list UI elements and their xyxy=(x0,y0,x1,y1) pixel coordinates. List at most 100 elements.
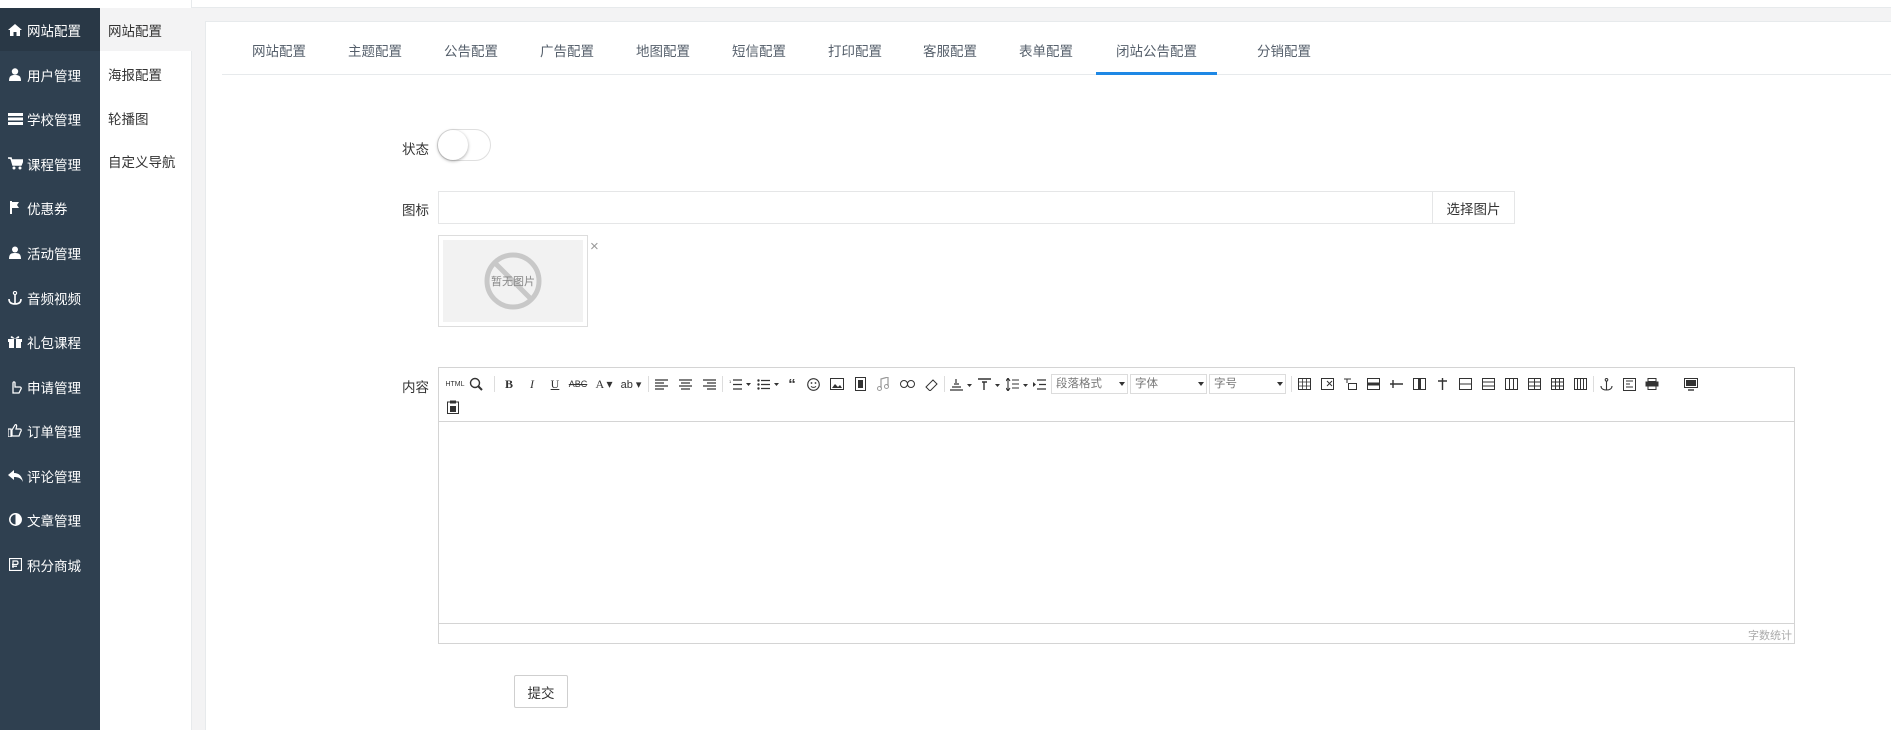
merge-cells-icon[interactable] xyxy=(1457,375,1473,393)
sidebar-item-label: 文章管理 xyxy=(27,513,81,529)
image-icon[interactable] xyxy=(829,375,845,393)
sidebar-item-label: 学校管理 xyxy=(27,112,81,128)
split-cells-icon[interactable] xyxy=(1526,375,1542,393)
indent-icon[interactable] xyxy=(1031,375,1047,393)
word-count: 字数统计 xyxy=(1748,630,1792,642)
strikethrough-icon[interactable]: ABC xyxy=(569,375,588,393)
underline-icon[interactable]: U xyxy=(547,375,563,393)
sub-menu: 网站配置 海报配置 轮播图 自定义导航 xyxy=(100,0,192,730)
tab-service-config[interactable]: 客服配置 xyxy=(903,36,997,75)
tab-map-config[interactable]: 地图配置 xyxy=(616,36,710,75)
hand-icon xyxy=(7,380,23,394)
choose-image-button[interactable]: 选择图片 xyxy=(1432,191,1515,224)
no-image-text: 暂无图片 xyxy=(491,276,535,288)
sidebar-item-application-management[interactable]: 申请管理 xyxy=(0,365,100,408)
no-image-placeholder: 暂无图片 xyxy=(443,240,583,322)
sidebar-item-points-mall[interactable]: 积分商城 xyxy=(0,543,100,586)
font-size-value: 字号 xyxy=(1214,378,1237,390)
tab-theme-config[interactable]: 主题配置 xyxy=(328,36,422,75)
status-toggle[interactable] xyxy=(437,129,491,161)
submenu-item-custom-nav[interactable]: 自定义导航 xyxy=(100,139,192,182)
svg-text:1: 1 xyxy=(729,379,732,384)
sidebar-item-website-config[interactable]: 网站配置 xyxy=(0,8,100,51)
insert-paragraph-before-table-icon[interactable] xyxy=(1342,375,1358,393)
icon-url-input[interactable] xyxy=(438,191,1433,224)
anchor-icon xyxy=(7,290,23,305)
link-icon[interactable] xyxy=(899,375,915,393)
tab-distribution-config[interactable]: 分销配置 xyxy=(1237,36,1331,75)
sidebar-item-comment-management[interactable]: 评论管理 xyxy=(0,454,100,497)
sidebar-item-user-management[interactable]: 用户管理 xyxy=(0,53,100,96)
rich-text-editor: HTML B I U ABC A ▾ ab ▾ 1 “ 段落格式 字体 字号 字… xyxy=(438,367,1795,644)
sidebar-item-coupons[interactable]: 优惠券 xyxy=(0,186,100,229)
font-size-select[interactable]: 字号 xyxy=(1209,374,1286,394)
template-icon[interactable] xyxy=(1621,375,1637,393)
editor-toolbar: HTML B I U ABC A ▾ ab ▾ 1 “ 段落格式 字体 字号 xyxy=(439,368,1794,422)
ordered-list-icon[interactable]: 1 xyxy=(727,375,753,393)
toggle-knob xyxy=(438,130,468,160)
sidebar-item-label: 积分商城 xyxy=(27,558,81,574)
emoji-icon[interactable] xyxy=(805,375,821,393)
sidebar-item-activity-management[interactable]: 活动管理 xyxy=(0,231,100,274)
delete-column-icon[interactable] xyxy=(1434,375,1450,393)
align-right-icon[interactable] xyxy=(701,375,717,393)
eraser-icon[interactable] xyxy=(923,375,939,393)
paragraph-align-icon[interactable] xyxy=(949,375,973,393)
submenu-item-website-config[interactable]: 网站配置 xyxy=(100,8,192,51)
print-icon[interactable] xyxy=(1644,375,1660,393)
paragraph-format-select[interactable]: 段落格式 xyxy=(1051,374,1128,394)
tab-sms-config[interactable]: 短信配置 xyxy=(712,36,806,75)
insert-table-icon[interactable] xyxy=(1296,375,1312,393)
fullscreen-icon[interactable] xyxy=(1683,375,1699,393)
thumb-icon xyxy=(7,424,23,438)
delete-row-icon[interactable] xyxy=(1388,375,1404,393)
submenu-item-carousel[interactable]: 轮播图 xyxy=(100,96,192,139)
blockquote-icon[interactable]: “ xyxy=(784,375,800,393)
sidebar-item-order-management[interactable]: 订单管理 xyxy=(0,409,100,452)
reply-icon xyxy=(7,469,23,483)
html-source-icon[interactable]: HTML xyxy=(445,375,465,393)
preview-icon[interactable] xyxy=(467,375,485,393)
sidebar-item-article-management[interactable]: 文章管理 xyxy=(0,498,100,541)
sidebar-item-gift-courses[interactable]: 礼包课程 xyxy=(0,320,100,363)
video-icon[interactable] xyxy=(853,375,867,393)
font-color-icon[interactable]: A ▾ xyxy=(592,375,616,393)
sidebar-item-audio-video[interactable]: 音频视频 xyxy=(0,276,100,319)
vertical-align-icon[interactable] xyxy=(977,375,1001,393)
highlight-color-icon[interactable]: ab ▾ xyxy=(618,375,644,393)
submit-button[interactable]: 提交 xyxy=(514,675,568,708)
insert-row-icon[interactable] xyxy=(1365,375,1381,393)
line-height-icon[interactable] xyxy=(1005,375,1029,393)
sidebar-item-school-management[interactable]: 学校管理 xyxy=(0,97,100,140)
sidebar-item-label: 礼包课程 xyxy=(27,335,81,351)
merge-right-icon[interactable] xyxy=(1480,375,1496,393)
sidebar-item-course-management[interactable]: 课程管理 xyxy=(0,142,100,185)
tab-form-config[interactable]: 表单配置 xyxy=(999,36,1093,75)
font-family-value: 字体 xyxy=(1135,378,1158,390)
tab-ad-config[interactable]: 广告配置 xyxy=(520,36,614,75)
editor-content-area[interactable] xyxy=(439,422,1794,623)
remove-image-button[interactable]: × xyxy=(590,238,599,255)
content-label: 内容 xyxy=(402,380,429,395)
italic-icon[interactable]: I xyxy=(524,375,540,393)
main-sidebar: 网站配置 用户管理 学校管理 课程管理 优惠券 活动管理 音频视频 礼包课程 申… xyxy=(0,0,100,730)
merge-down-icon[interactable] xyxy=(1503,375,1519,393)
anchor-icon[interactable] xyxy=(1598,375,1614,393)
font-family-select[interactable]: 字体 xyxy=(1130,374,1207,394)
tab-closure-notice-config[interactable]: 闭站公告配置 xyxy=(1096,36,1217,75)
tab-notice-config[interactable]: 公告配置 xyxy=(424,36,518,75)
paste-icon[interactable] xyxy=(445,398,461,416)
unordered-list-icon[interactable] xyxy=(755,375,781,393)
submenu-item-poster-config[interactable]: 海报配置 xyxy=(100,52,192,95)
insert-column-icon[interactable] xyxy=(1411,375,1427,393)
delete-table-icon[interactable] xyxy=(1319,375,1335,393)
sidebar-item-label: 网站配置 xyxy=(27,23,81,39)
align-left-icon[interactable] xyxy=(653,375,669,393)
split-rows-icon[interactable] xyxy=(1549,375,1565,393)
bold-icon[interactable]: B xyxy=(501,375,517,393)
split-columns-icon[interactable] xyxy=(1572,375,1588,393)
align-center-icon[interactable] xyxy=(677,375,693,393)
tab-website-config[interactable]: 网站配置 xyxy=(232,36,326,75)
music-icon[interactable] xyxy=(875,375,891,393)
tab-print-config[interactable]: 打印配置 xyxy=(808,36,902,75)
